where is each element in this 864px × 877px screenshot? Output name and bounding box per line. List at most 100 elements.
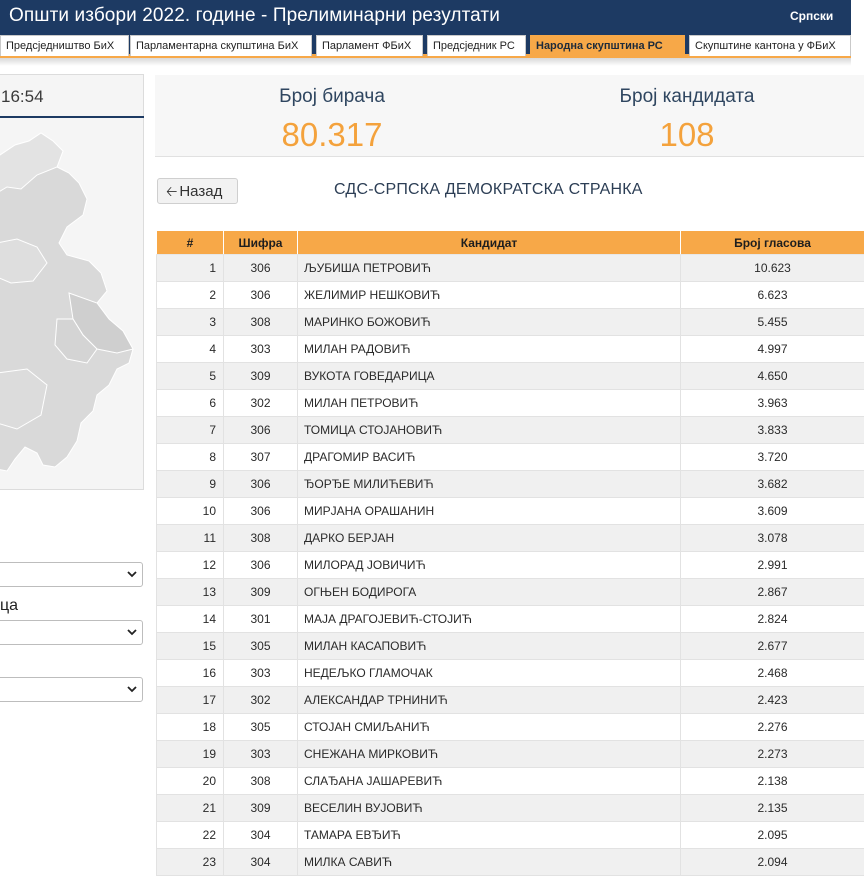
row-votes: 2.138 [680, 767, 864, 795]
row-number: 19 [156, 740, 224, 768]
row-votes: 2.677 [680, 632, 864, 660]
row-number: 10 [156, 497, 224, 525]
row-candidate-name: ВЕСЕЛИН ВУЈОВИЋ [297, 794, 681, 822]
table-row[interactable]: 9 306 ЂОРЂЕ МИЛИЋЕВИЋ 3.682 [156, 470, 864, 498]
table-row[interactable]: 13 309 ОГЊЕН БОДИРОГА 2.867 [156, 578, 864, 606]
table-row[interactable]: 15 305 МИЛАН КАСАПОВИЋ 2.677 [156, 632, 864, 660]
row-votes: 3.833 [680, 416, 864, 444]
row-candidate-name: СЛАЂАНА ЈАШАРЕВИЋ [297, 767, 681, 795]
row-candidate-name: МАРИНКО БОЖОВИЋ [297, 308, 681, 336]
polling-station-select[interactable] [0, 677, 143, 702]
time-underline [0, 116, 144, 118]
table-row[interactable]: 22 304 ТАМАРА ЕВЂИЋ 2.095 [156, 821, 864, 849]
table-row[interactable]: 3 308 МАРИНКО БОЖОВИЋ 5.455 [156, 308, 864, 336]
page-title: Општи избори 2022. године - Прелиминарни… [9, 5, 500, 26]
row-candidate-name: МИЛОРАД ЈОВИЧИЋ [297, 551, 681, 579]
table-row[interactable]: 6 302 МИЛАН ПЕТРОВИЋ 3.963 [156, 389, 864, 417]
row-code: 306 [223, 497, 298, 525]
row-number: 11 [156, 524, 224, 552]
row-number: 1 [156, 254, 224, 282]
row-candidate-name: ОГЊЕН БОДИРОГА [297, 578, 681, 606]
tab-president-rs[interactable]: Предсједник РС [427, 35, 526, 56]
table-row[interactable]: 10 306 МИРЈАНА ОРАШАНИН 3.609 [156, 497, 864, 525]
row-code: 303 [223, 659, 298, 687]
row-code: 306 [223, 551, 298, 579]
back-label: Назад [179, 183, 223, 200]
row-code: 308 [223, 524, 298, 552]
row-candidate-name: ВУКОТА ГОВЕДАРИЦА [297, 362, 681, 390]
col-header-votes[interactable]: Број гласова [680, 230, 864, 255]
row-candidate-name: МИЛАН ПЕТРОВИЋ [297, 389, 681, 417]
col-header-code[interactable]: Шифра [223, 230, 298, 255]
table-row[interactable]: 23 304 МИЛКА САВИЋ 2.094 [156, 848, 864, 876]
tab-parliament-fbih[interactable]: Парламент ФБиХ [316, 35, 423, 56]
tab-parliament-bih[interactable]: Парламентарна скупштина БиХ [130, 35, 312, 56]
row-candidate-name: МИЛАН КАСАПОВИЋ [297, 632, 681, 660]
row-number: 6 [156, 389, 224, 417]
row-number: 16 [156, 659, 224, 687]
table-row[interactable]: 14 301 МАЈА ДРАГОЈЕВИЋ-СТОЈИЋ 2.824 [156, 605, 864, 633]
row-code: 304 [223, 821, 298, 849]
municipality-select[interactable] [0, 562, 143, 587]
row-code: 309 [223, 794, 298, 822]
row-votes: 4.650 [680, 362, 864, 390]
row-code: 303 [223, 335, 298, 363]
table-row[interactable]: 7 306 ТОМИЦА СТОЈАНОВИЋ 3.833 [156, 416, 864, 444]
row-votes: 3.078 [680, 524, 864, 552]
table-row[interactable]: 21 309 ВЕСЕЛИН ВУЈОВИЋ 2.135 [156, 794, 864, 822]
table-row[interactable]: 1 306 ЉУБИША ПЕТРОВИЋ 10.623 [156, 254, 864, 282]
table-row[interactable]: 16 303 НЕДЕЉКО ГЛАМОЧАК 2.468 [156, 659, 864, 687]
table-row[interactable]: 2 306 ЖЕЛИМИР НЕШКОВИЋ 6.623 [156, 281, 864, 309]
row-candidate-name: МИЛАН РАДОВИЋ [297, 335, 681, 363]
table-row[interactable]: 4 303 МИЛАН РАДОВИЋ 4.997 [156, 335, 864, 363]
table-row[interactable]: 12 306 МИЛОРАД ЈОВИЧИЋ 2.991 [156, 551, 864, 579]
row-candidate-name: СТОЈАН СМИЉАНИЋ [297, 713, 681, 741]
tab-presidency-bih[interactable]: Предсједништво БиХ [0, 35, 129, 56]
summary-stats: Број бирача 80.317 Број кандидата 108 [155, 75, 864, 157]
row-code: 301 [223, 605, 298, 633]
table-row[interactable]: 5 309 ВУКОТА ГОВЕДАРИЦА 4.650 [156, 362, 864, 390]
row-number: 21 [156, 794, 224, 822]
chevron-down-icon [127, 629, 137, 636]
tab-canton-assemblies[interactable]: Скупштине кантона у ФБиХ [689, 35, 851, 56]
row-code: 309 [223, 578, 298, 606]
row-number: 5 [156, 362, 224, 390]
row-number: 2 [156, 281, 224, 309]
language-selector[interactable]: Српски [790, 9, 833, 23]
row-votes: 2.867 [680, 578, 864, 606]
party-title: СДС-СРПСКА ДЕМОКРАТСКА СТРАНКА [334, 181, 643, 198]
row-number: 15 [156, 632, 224, 660]
table-row[interactable]: 18 305 СТОЈАН СМИЉАНИЋ 2.276 [156, 713, 864, 741]
table-row[interactable]: 20 308 СЛАЂАНА ЈАШАРЕВИЋ 2.138 [156, 767, 864, 795]
tab-national-assembly-rs[interactable]: Народна скупштина РС [530, 35, 685, 56]
row-number: 4 [156, 335, 224, 363]
row-candidate-name: АЛЕКСАНДАР ТРНИНИЋ [297, 686, 681, 714]
table-row[interactable]: 19 303 СНЕЖАНА МИРКОВИЋ 2.273 [156, 740, 864, 768]
row-number: 22 [156, 821, 224, 849]
row-votes: 4.997 [680, 335, 864, 363]
row-votes: 10.623 [680, 254, 864, 282]
back-button[interactable]: 🡠 Назад [157, 178, 238, 204]
row-number: 23 [156, 848, 224, 876]
election-tabs: Предсједништво БиХ Парламентарна скупшти… [0, 33, 851, 58]
table-row[interactable]: 11 308 ДАРКО БЕРЈАН 3.078 [156, 524, 864, 552]
row-votes: 2.094 [680, 848, 864, 876]
constituency-map[interactable] [0, 123, 143, 489]
row-code: 302 [223, 686, 298, 714]
filter-label: ца [0, 597, 19, 614]
row-code: 306 [223, 281, 298, 309]
row-votes: 2.276 [680, 713, 864, 741]
row-candidate-name: МИЛКА САВИЋ [297, 848, 681, 876]
row-number: 17 [156, 686, 224, 714]
table-body: 1 306 ЉУБИША ПЕТРОВИЋ 10.623 2 306 ЖЕЛИМИР НЕШ… [156, 254, 864, 876]
row-code: 307 [223, 443, 298, 471]
row-votes: 3.963 [680, 389, 864, 417]
col-header-number[interactable]: # [156, 230, 224, 255]
col-header-candidate[interactable]: Кандидат [297, 230, 681, 255]
row-candidate-name: ДАРКО БЕРЈАН [297, 524, 681, 552]
candidates-label: Број кандидата [619, 86, 755, 107]
unit-select[interactable] [0, 620, 143, 645]
row-votes: 3.682 [680, 470, 864, 498]
table-row[interactable]: 8 307 ДРАГОМИР ВАСИЋ 3.720 [156, 443, 864, 471]
table-row[interactable]: 17 302 АЛЕКСАНДАР ТРНИНИЋ 2.423 [156, 686, 864, 714]
